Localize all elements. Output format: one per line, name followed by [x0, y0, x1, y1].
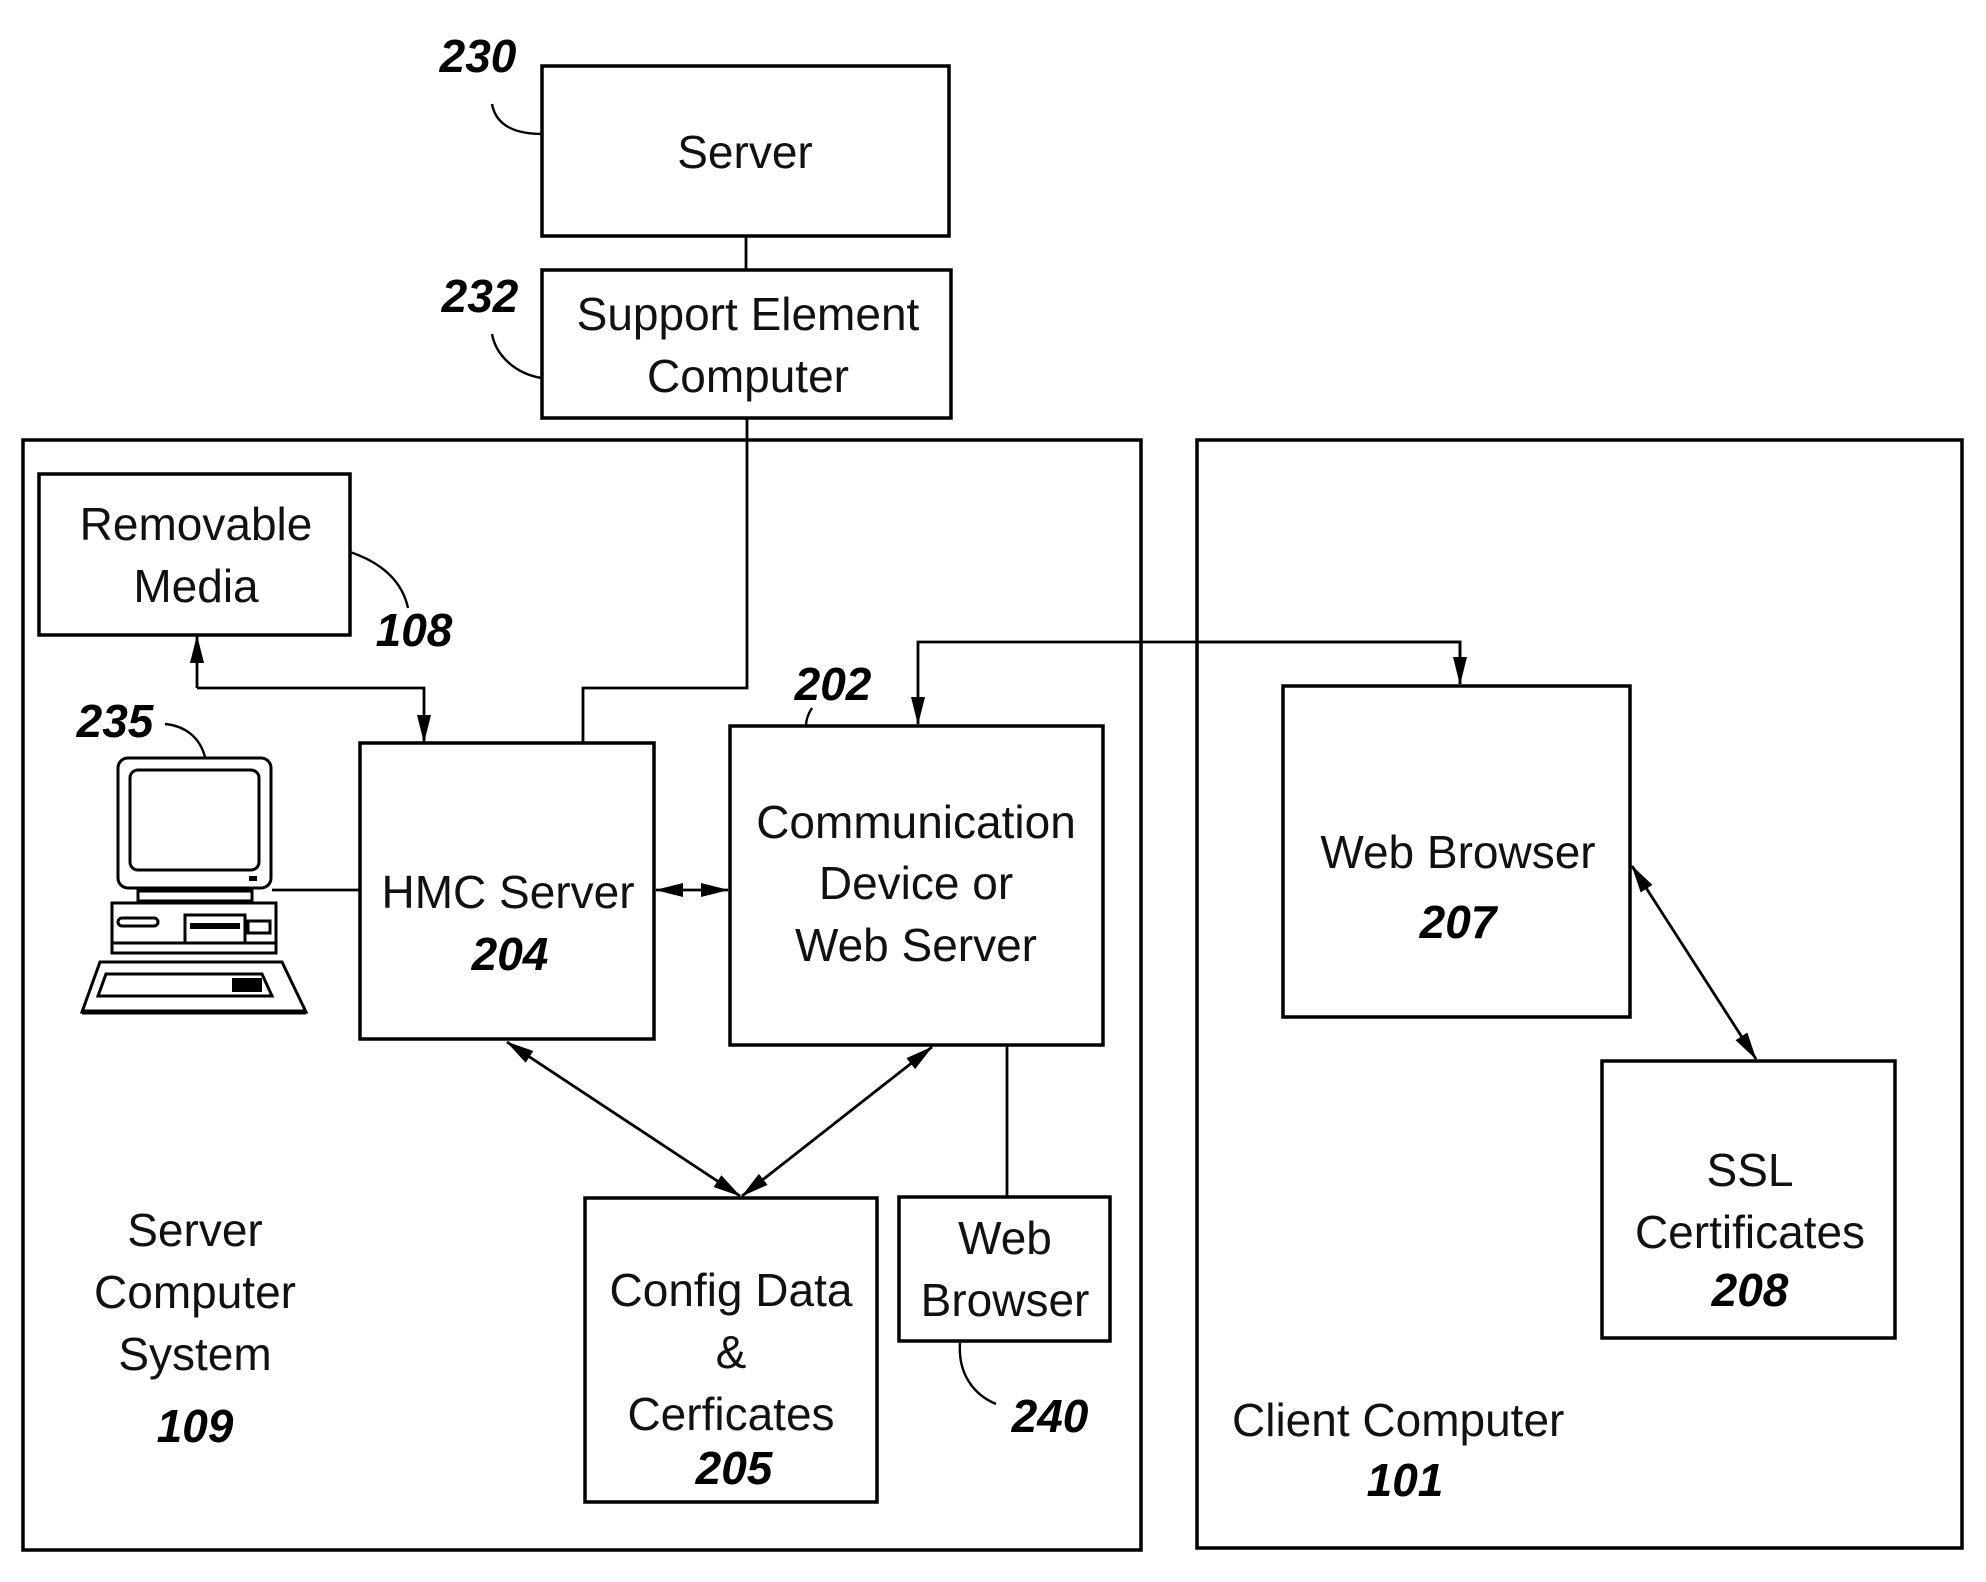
hmc-config-arrow [506, 1040, 741, 1198]
server-computer-system-label-line3: System [118, 1328, 271, 1380]
support-element-label-line1: Support Element [577, 288, 920, 340]
local-web-browser-label-line1: Web [958, 1212, 1052, 1264]
diagram-canvas: Server 230 Support Element Computer 232 … [21, 30, 1964, 1552]
communication-device-ref: 202 [794, 658, 872, 710]
local-web-browser-label-line2: Browser [921, 1274, 1090, 1326]
ssl-certificates-ref: 208 [1711, 1264, 1789, 1316]
support-element-ref: 232 [441, 270, 519, 322]
support-element-ref-leader [490, 333, 543, 380]
communication-device-label-line2: Device or [819, 857, 1013, 909]
client-web-browser-ref: 207 [1419, 896, 1499, 948]
console-ref: 235 [76, 695, 155, 747]
console-ref-leader [164, 722, 207, 758]
removable-media-hmc-arrow [197, 686, 431, 743]
ssl-certificates-node[interactable]: SSL Certificates 208 [1600, 1059, 1897, 1340]
local-web-browser-node[interactable]: Web Browser [897, 1195, 1112, 1343]
client-computer-ref: 101 [1367, 1454, 1444, 1506]
support-element-node[interactable]: Support Element Computer [540, 268, 953, 420]
support-hmc-connector [581, 418, 749, 743]
hmc-server-node[interactable]: HMC Server 204 [358, 741, 656, 1041]
removable-media-node[interactable]: Removable Media [37, 472, 352, 637]
config-data-label-line1: Config Data [610, 1264, 853, 1316]
removable-media-label-line2: Media [133, 560, 259, 612]
removable-media-label-line1: Removable [80, 498, 313, 550]
local-web-browser-ref-leader [958, 1342, 997, 1406]
client-computer-label: Client Computer [1232, 1394, 1564, 1446]
communication-device-node[interactable]: Communication Device or Web Server [728, 724, 1105, 1047]
client-web-browser-node[interactable]: Web Browser 207 [1281, 684, 1632, 1019]
removable-media-ref-leader [349, 550, 410, 609]
server-ref: 230 [439, 30, 517, 82]
config-data-node[interactable]: Config Data & Cerficates 205 [583, 1196, 879, 1504]
communication-device-ref-leader [804, 707, 814, 727]
server-computer-system-label-line1: Server [127, 1204, 262, 1256]
ssl-certificates-label-line1: SSL [1707, 1144, 1794, 1196]
web-browser-ssl-arrow [1630, 865, 1758, 1060]
server-label: Server [677, 126, 812, 178]
config-data-label-line2: & [716, 1326, 747, 1378]
communication-device-label-line3: Web Server [795, 919, 1037, 971]
config-data-ref: 205 [695, 1442, 774, 1494]
local-web-browser-ref: 240 [1011, 1390, 1089, 1442]
desktop-computer-icon [79, 756, 309, 1015]
ssl-certificates-label-line2: Certificates [1635, 1206, 1865, 1258]
config-data-label-line3: Cerficates [627, 1388, 834, 1440]
server-node[interactable]: Server [540, 64, 951, 238]
server-computer-system-label-line2: Computer [94, 1266, 296, 1318]
hmc-server-ref: 204 [471, 928, 549, 980]
client-web-browser-label: Web Browser [1320, 826, 1595, 878]
server-ref-leader [490, 103, 543, 136]
communication-to-web-browser-arrow [1200, 640, 1467, 685]
support-element-label-line2: Computer [647, 350, 849, 402]
communication-device-label-line1: Communication [756, 796, 1076, 848]
communication-config-arrow [741, 1045, 933, 1198]
removable-media-ref: 108 [376, 604, 453, 656]
hmc-server-label: HMC Server [381, 866, 634, 918]
server-computer-system-ref: 109 [157, 1400, 234, 1452]
